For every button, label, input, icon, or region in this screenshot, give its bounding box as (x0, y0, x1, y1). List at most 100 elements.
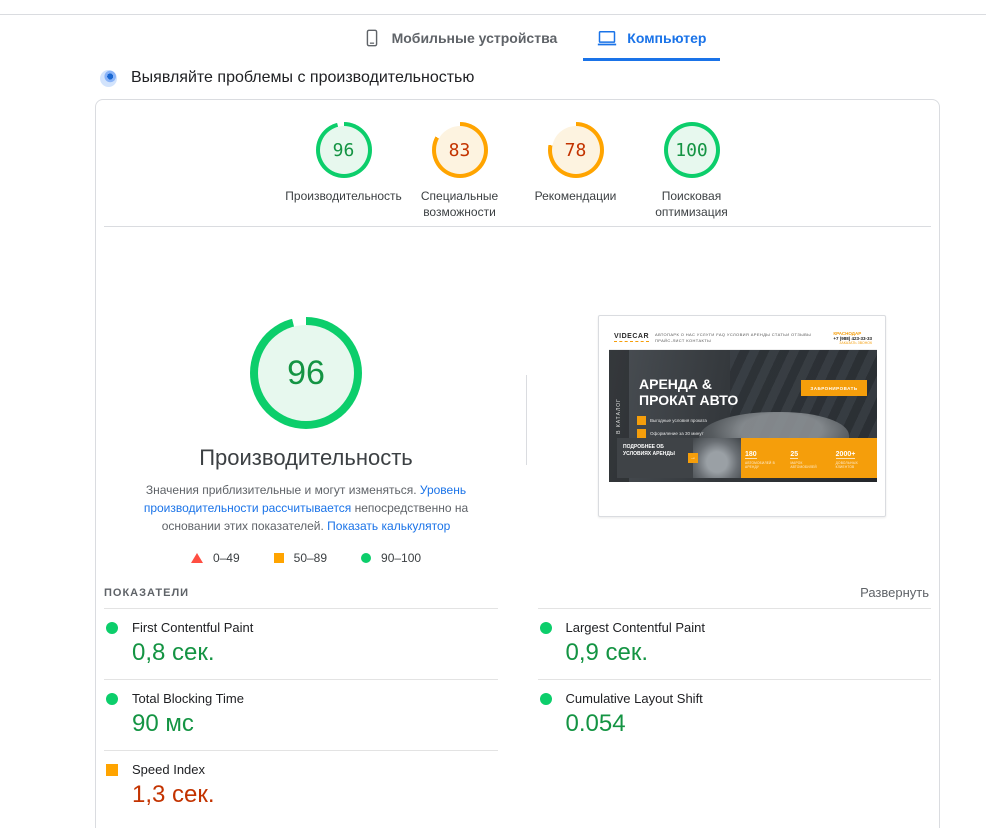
feature-icon (637, 429, 646, 438)
score-best-practices[interactable]: 78 Рекомендации (518, 122, 634, 226)
best-practices-score-label: Рекомендации (535, 188, 617, 204)
tab-mobile-label: Мобильные устройства (392, 30, 558, 46)
smartphone-icon (362, 28, 382, 48)
metric-cls: Cumulative Layout Shift 0.054 (538, 679, 932, 750)
hero-bottom-strip: ПОДРОБНЕЕ ОБ УСЛОВИЯХ АРЕНДЫ → 180 АВТОМ… (617, 438, 877, 478)
more-conditions-label: ПОДРОБНЕЕ ОБ УСЛОВИЯХ АРЕНДЫ (623, 444, 675, 457)
seo-gauge: 100 (664, 122, 720, 178)
performance-score-label: Производительность (285, 188, 401, 204)
tab-desktop[interactable]: Компьютер (577, 17, 726, 59)
legend-average-range: 50–89 (294, 551, 327, 565)
stat-item: 180 АВТОМОБИЛЕЙ В АРЕНДУ (741, 438, 786, 478)
stat-value: 180 (745, 451, 757, 459)
stat-item: 25 МАРОК АВТОМОБИЛЕЙ (786, 438, 831, 478)
metric-label: Largest Contentful Paint (566, 620, 705, 635)
expand-metrics-button[interactable]: Развернуть (860, 585, 929, 600)
legend-good-range: 90–100 (381, 551, 421, 565)
stats-bar: 180 АВТОМОБИЛЕЙ В АРЕНДУ 25 МАРОК АВТОМО… (741, 438, 877, 478)
accessibility-gauge: 83 (432, 122, 488, 178)
site-navbar: VIDECAR АВТОПАРК О НАС УСЛУГИ FAQ УСЛОВИ… (609, 326, 877, 350)
accessibility-score-label: Специальные возможности (402, 188, 518, 220)
metric-fcp: First Contentful Paint 0,8 сек. (104, 608, 498, 679)
stat-value: 25 (790, 451, 798, 459)
performance-description: Значения приблизительные и могут изменят… (120, 481, 492, 535)
metric-status-icon (106, 693, 118, 705)
performance-big-gauge: 96 (250, 317, 362, 429)
page-top-divider (0, 14, 986, 15)
score-seo[interactable]: 100 Поисковая оптимизация (634, 122, 750, 226)
stat-label: ДОВОЛЬНЫХ КЛИЕНТОВ (836, 461, 873, 469)
hero-heading: АРЕНДА & ПРОКАТ АВТО (639, 376, 738, 408)
performance-title: Производительность (96, 445, 516, 471)
metric-tbt: Total Blocking Time 90 мс (104, 679, 498, 750)
score-summary: 96 Производительность 83 Специальные воз… (96, 100, 939, 226)
feature-item: Выгодные условия проката (637, 416, 712, 425)
performance-detail: 96 Производительность Значения приблизит… (96, 227, 939, 579)
site-nav-row2: ПРАЙС-ЛИСТ КОНТАКТЫ (655, 338, 827, 344)
hero-heading-line1: АРЕНДА & (639, 376, 738, 392)
site-logo: VIDECAR (614, 333, 649, 342)
performance-gauge: 96 (316, 122, 372, 178)
metric-value: 0,8 сек. (132, 639, 498, 667)
stat-label: АВТОМОБИЛЕЙ В АРЕНДУ (745, 461, 782, 469)
feature-label: Оформление за 30 минут (650, 431, 704, 436)
site-footer-strip (609, 482, 877, 494)
metrics-header: ПОКАЗАТЕЛИ Развернуть (104, 585, 929, 600)
stat-value: 2000+ (836, 451, 856, 459)
big-gauge-value: 96 (250, 317, 362, 429)
site-hero: В КАТАЛОГ АРЕНДА & ПРОКАТ АВТО ЗАБРОНИРО… (609, 350, 877, 482)
legend-average: 50–89 (274, 551, 327, 565)
report-card: 96 Производительность 83 Специальные воз… (95, 99, 940, 828)
stat-item: 2000+ ДОВОЛЬНЫХ КЛИЕНТОВ (832, 438, 877, 478)
device-tabbar: Мобильные устройства Компьютер (0, 17, 990, 59)
metric-label: Total Blocking Time (132, 691, 244, 706)
page-screenshot-thumbnail[interactable]: VIDECAR АВТОПАРК О НАС УСЛУГИ FAQ УСЛОВИ… (598, 315, 886, 517)
metric-empty-cell (538, 750, 932, 821)
score-legend: 0–49 50–89 90–100 (96, 551, 516, 565)
metric-value: 1,3 сек. (132, 781, 498, 809)
hero-cta-button: ЗАБРОНИРОВАТЬ (801, 380, 867, 396)
feature-label: Выгодные условия проката (650, 418, 707, 423)
metric-status-icon (106, 622, 118, 634)
seo-score-value: 100 (664, 122, 720, 178)
best-practices-gauge: 78 (548, 122, 604, 178)
site-nav-links: АВТОПАРК О НАС УСЛУГИ FAQ УСЛОВИЯ АРЕНДЫ… (655, 332, 827, 344)
speedometer-icon (100, 70, 117, 87)
legend-fail-range: 0–49 (213, 551, 240, 565)
site-phone: +7 (988) 423-33-33 (833, 336, 872, 341)
best-practices-score-value: 78 (548, 122, 604, 178)
small-car-photo (693, 438, 741, 478)
score-accessibility[interactable]: 83 Специальные возможности (402, 122, 518, 226)
intro-row: Выявляйте проблемы с производительностью (100, 69, 990, 87)
catalog-vertical-label: В КАТАЛОГ (616, 398, 622, 434)
metric-status-icon (106, 764, 118, 776)
active-tab-underline (583, 58, 720, 61)
average-square-icon (274, 553, 284, 563)
tab-mobile[interactable]: Мобильные устройства (342, 17, 578, 59)
metric-label: First Contentful Paint (132, 620, 253, 635)
metrics-grid: First Contentful Paint 0,8 сек. Largest … (104, 608, 931, 821)
performance-column: 96 Производительность Значения приблизит… (96, 317, 516, 565)
metric-label: Cumulative Layout Shift (566, 691, 703, 706)
score-performance[interactable]: 96 Производительность (286, 122, 402, 226)
site-preview: VIDECAR АВТОПАРК О НАС УСЛУГИ FAQ УСЛОВИ… (609, 326, 877, 494)
site-callback-link: ЗАКАЗАТЬ ЗВОНОК (833, 341, 872, 345)
feature-item: Оформление за 30 минут (637, 429, 712, 438)
column-divider (526, 375, 527, 465)
show-calculator-link[interactable]: Показать калькулятор (327, 519, 450, 533)
metric-speed-index: Speed Index 1,3 сек. (104, 750, 498, 821)
more-conditions-box: ПОДРОБНЕЕ ОБ УСЛОВИЯХ АРЕНДЫ → (617, 438, 693, 478)
hero-heading-line2: ПРОКАТ АВТО (639, 392, 738, 408)
feature-icon (637, 416, 646, 425)
metric-lcp: Largest Contentful Paint 0,9 сек. (538, 608, 932, 679)
metric-value: 0,9 сек. (566, 639, 932, 667)
stat-label: МАРОК АВТОМОБИЛЕЙ (790, 461, 827, 469)
good-circle-icon (361, 553, 371, 563)
site-nav-row1: АВТОПАРК О НАС УСЛУГИ FAQ УСЛОВИЯ АРЕНДЫ… (655, 332, 827, 338)
metric-status-icon (540, 693, 552, 705)
seo-score-label: Поисковая оптимизация (634, 188, 750, 220)
metric-label: Speed Index (132, 762, 205, 777)
intro-title: Выявляйте проблемы с производительностью (131, 69, 474, 87)
metric-status-icon (540, 622, 552, 634)
fail-triangle-icon (191, 553, 203, 563)
